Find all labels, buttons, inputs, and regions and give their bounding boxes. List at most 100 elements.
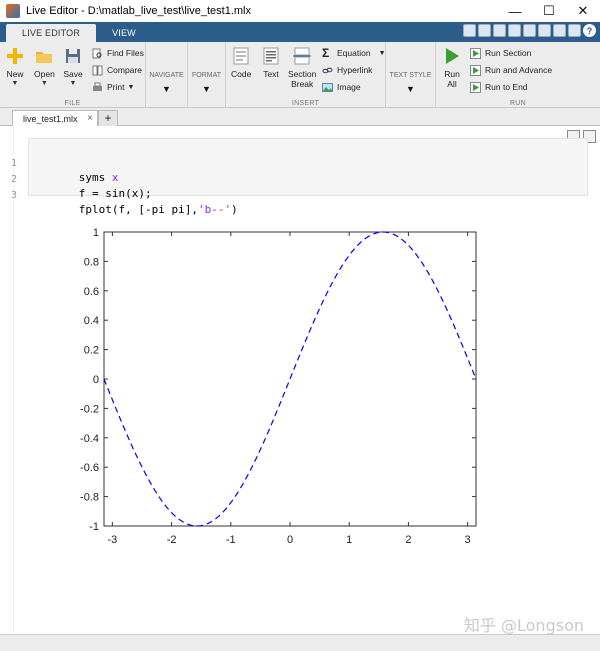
qa-copy-icon[interactable] [493, 24, 506, 37]
run-section-button[interactable]: Run Section [470, 46, 531, 60]
section-break-label-1: Section [288, 69, 316, 79]
insert-group-label: INSERT [226, 100, 385, 107]
hyperlink-button[interactable]: Hyperlink [322, 63, 372, 77]
print-label: Print [107, 82, 124, 92]
sigma-icon: Σ [322, 48, 333, 59]
ribbon: New ▼ Open ▼ Save ▼ Find Files Compare P… [0, 42, 600, 108]
insert-group: Code Text Section Break Σ Equation ▼ Hyp… [226, 42, 386, 108]
run-all-button[interactable]: Run All [442, 46, 462, 89]
code-line-3[interactable]: 3 fplot(f, [-pi pi],'b--') [29, 177, 589, 193]
y-tick-label: 0.6 [84, 286, 99, 298]
chevron-down-icon: ▼ [188, 84, 225, 94]
code-button[interactable]: Code [231, 46, 251, 79]
text-style-label: TEXT STYLE [386, 72, 435, 79]
section-break-label-2: Break [291, 79, 313, 89]
title-bar: Live Editor - D:\matlab_live_test\live_t… [0, 0, 600, 22]
qa-undo-icon[interactable] [523, 24, 536, 37]
help-icon[interactable]: ? [583, 24, 596, 37]
run-advance-icon [470, 65, 481, 76]
format-group[interactable]: FORMAT ▼ [188, 42, 226, 108]
code-block[interactable]: 1 syms x 2 f = sin(x); 3 fplot(f, [-pi p… [28, 138, 588, 196]
find-files-icon [92, 48, 103, 59]
x-tick-label: -2 [167, 534, 177, 546]
y-tick-label: -0.6 [80, 462, 99, 474]
hyperlink-label: Hyperlink [337, 65, 372, 75]
live-editor-canvas[interactable]: 1 syms x 2 f = sin(x); 3 fplot(f, [-pi p… [0, 126, 600, 634]
editor-gutter [0, 126, 14, 634]
code-label: Code [231, 69, 251, 79]
compare-button[interactable]: Compare [92, 63, 142, 77]
navigate-group[interactable]: NAVIGATE ▼ [146, 42, 188, 108]
code-line-1[interactable]: 1 syms x [29, 145, 589, 161]
minimize-button[interactable]: — [498, 0, 532, 22]
y-tick-label: -0.2 [80, 403, 99, 415]
line-number: 3 [3, 190, 17, 201]
close-tab-icon[interactable]: × [87, 113, 93, 124]
code-line-2[interactable]: 2 f = sin(x); [29, 161, 589, 177]
text-icon [261, 46, 281, 66]
format-label: FORMAT [188, 72, 225, 79]
section-break-button[interactable]: Section Break [288, 46, 316, 89]
ribbon-tab-bar: LIVE EDITOR VIEW ? [0, 22, 600, 42]
run-section-label: Run Section [485, 48, 531, 58]
tab-live-editor[interactable]: LIVE EDITOR [6, 24, 96, 42]
qa-dropdown-icon[interactable] [568, 24, 581, 37]
file-tab-live-test1[interactable]: live_test1.mlx × [12, 110, 98, 126]
chevron-down-icon: ▼ [70, 80, 77, 87]
run-and-advance-button[interactable]: Run and Advance [470, 63, 552, 77]
code-icon [231, 46, 251, 66]
x-tick-label: -3 [107, 534, 117, 546]
maximize-button[interactable]: ☐ [532, 0, 566, 22]
qa-switch-windows-icon[interactable] [553, 24, 566, 37]
printer-icon [92, 82, 103, 93]
new-button[interactable]: New ▼ [5, 46, 25, 87]
chevron-down-icon: ▼ [41, 80, 48, 87]
find-files-button[interactable]: Find Files [92, 46, 144, 60]
x-tick-label: 1 [346, 534, 352, 546]
open-label: Open [34, 69, 55, 79]
text-button[interactable]: Text [261, 46, 281, 79]
open-button[interactable]: Open ▼ [34, 46, 55, 87]
new-tab-button[interactable]: + [98, 110, 118, 126]
x-tick-label: 3 [465, 534, 471, 546]
print-button[interactable]: Print ▼ [92, 80, 134, 94]
y-tick-label: -0.8 [80, 492, 99, 504]
y-tick-label: 0 [93, 374, 99, 386]
file-group-label: FILE [0, 100, 145, 107]
close-button[interactable]: ✕ [566, 0, 600, 22]
chevron-down-icon: ▼ [12, 80, 19, 87]
find-files-label: Find Files [107, 48, 144, 58]
chevron-down-icon: ▼ [146, 84, 187, 94]
watermark: 知乎 @Longson [464, 612, 584, 636]
section-break-icon [292, 46, 312, 66]
play-icon [442, 46, 462, 66]
x-tick-label: 0 [287, 534, 293, 546]
equation-label: Equation [337, 48, 371, 58]
qa-cut-icon[interactable] [478, 24, 491, 37]
save-label: Save [63, 69, 82, 79]
figure-output[interactable]: 10.80.60.40.20-0.2-0.4-0.6-0.8-1 -3-2-10… [80, 222, 500, 562]
run-to-end-label: Run to End [485, 82, 528, 92]
new-label: New [6, 69, 23, 79]
status-bar [0, 634, 600, 651]
save-button[interactable]: Save ▼ [63, 46, 83, 87]
y-tick-label: 1 [93, 227, 99, 239]
qa-save-icon[interactable] [463, 24, 476, 37]
image-icon [322, 82, 333, 93]
line-number: 2 [3, 174, 17, 185]
compare-icon [92, 65, 103, 76]
text-style-group[interactable]: TEXT STYLE ▼ [386, 42, 436, 108]
run-to-end-icon [470, 82, 481, 93]
qa-redo-icon[interactable] [538, 24, 551, 37]
qa-paste-icon[interactable] [508, 24, 521, 37]
run-all-label-1: Run [444, 69, 460, 79]
run-to-end-button[interactable]: Run to End [470, 80, 528, 94]
tab-view[interactable]: VIEW [96, 24, 152, 42]
file-group: New ▼ Open ▼ Save ▼ Find Files Compare P… [0, 42, 146, 108]
chevron-down-icon: ▼ [127, 84, 134, 91]
image-button[interactable]: Image [322, 80, 361, 94]
equation-button[interactable]: Σ Equation ▼ [322, 46, 386, 60]
x-tick-label: -1 [226, 534, 236, 546]
axes-box [104, 232, 476, 526]
run-group: Run All Run Section Run and Advance Run … [436, 42, 600, 108]
